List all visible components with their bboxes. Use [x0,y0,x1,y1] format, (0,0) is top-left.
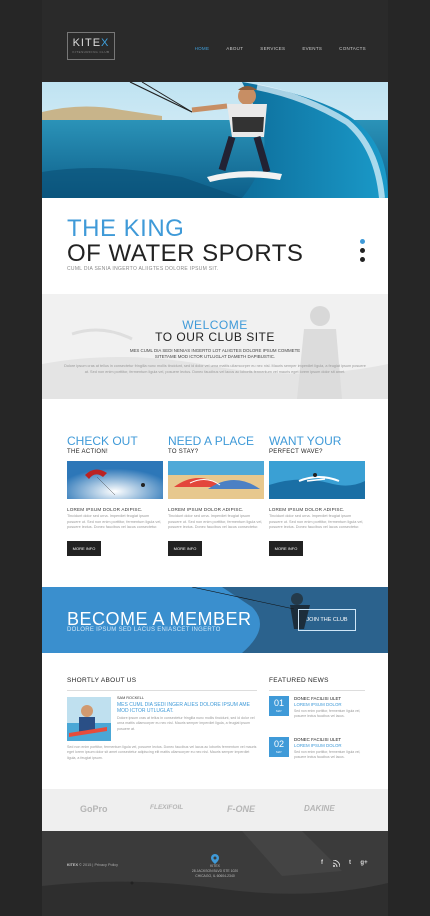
news-date-badge: 02 MAY [269,737,289,757]
slider-dot-1[interactable] [360,239,365,244]
about-news-section: SHORTLY ABOUT US SAM ROCKELL MES CUML DI… [42,653,388,789]
tagline-line2: OF WATER SPORTS [67,240,304,267]
kitesurfer-image [42,82,388,198]
feature-image-wave-surf [269,461,365,499]
news-subtitle: LOREM IPSUM DOLOR [294,743,342,748]
news-text: Sed non enim porttitor, fermentum ligula… [294,709,361,718]
features-section: CHECK OUT THE ACTION! LOREM IPSUM DOLOR … [42,399,388,587]
slider-dot-3[interactable] [360,257,365,262]
news-divider [269,690,365,691]
footer-address: KITEX 28 JACKSON BLVD STE 1020 CHICAGO, … [191,864,239,878]
welcome-section: WELCOME TO OUR CLUB SITE MES CUML DIA SE… [42,294,388,399]
welcome-body: Dolore ipsum cras at tellus in consectet… [64,364,366,374]
social-links: f t g+ [314,859,370,870]
footer-copyright: KITEX © 2015 | Privacy Policy [67,863,119,867]
nav-about[interactable]: ABOUT [226,46,243,51]
header: KITEX KITESURFING CLUB HOME ABOUT SERVIC… [42,0,388,85]
news-text: Sed non enim porttitor, fermentum ligula… [294,750,361,759]
welcome-background-image [42,294,388,399]
slider-pagination [360,239,365,266]
welcome-subtitle: TO OUR CLUB SITE [155,330,275,344]
news-subtitle: LOREM IPSUM DOLOR [294,702,342,707]
feature-caption: LOREM IPSUM DOLOR ADIPISC. [67,507,143,512]
feature-text: Tincidunt dolor sed urna. Imperdiet feug… [269,514,364,530]
feature-subtitle: TO STAY? [168,449,199,455]
tagline-subtitle: CUML DIA SENIA INGERTO ALIIGTES DOLORE I… [67,266,219,272]
about-author-name: SAM ROCKELL [117,696,145,700]
logo[interactable]: KITEX KITESURFING CLUB [67,32,115,60]
hero-slider-image [42,82,388,198]
brand-logo-dakine[interactable]: DAKINE [304,804,335,813]
feature-image-kite-sky [67,461,163,499]
nav-contacts[interactable]: CONTACTS [339,46,366,51]
logo-accent: X [101,37,110,49]
more-info-button[interactable]: MORE INFO [168,540,202,556]
footer: KITEX © 2015 | Privacy Policy KITEX 28 J… [42,831,388,916]
feature-card: NEED A PLACE TO STAY? LOREM IPSUM DOLOR … [168,435,264,556]
slider-dot-2[interactable] [360,248,365,253]
feature-card: WANT YOUR PERFECT WAVE? LOREM IPSUM DOLO… [269,435,365,556]
partner-brands-strip: GoPro FLEXIFOIL F-ONE DAKINE [42,789,388,831]
feature-caption: LOREM IPSUM DOLOR ADIPISC. [168,507,244,512]
feature-image-beach-kites [168,461,264,499]
feature-card: CHECK OUT THE ACTION! LOREM IPSUM DOLOR … [67,435,163,556]
page: KITEX KITESURFING CLUB HOME ABOUT SERVIC… [42,0,388,916]
logo-subtitle: KITESURFING CLUB [72,50,110,54]
news-title[interactable]: DONEC FACILISI ULET [294,737,341,742]
feature-subtitle: THE ACTION! [67,449,108,455]
tagline-line1: THE KING [67,215,185,242]
about-heading: SHORTLY ABOUT US [67,677,137,684]
about-photo [67,697,111,741]
brand-logo-f-one[interactable]: F-ONE [227,804,255,814]
logo-main: KITE [72,37,102,49]
about-text-continued: Sed non enim porttitor, fermentum ligula… [67,745,257,760]
about-text: Dolore ipsum cras at tellus in consectet… [117,716,255,731]
news-date-badge: 01 MAY [269,696,289,716]
become-member-banner: BECOME A MEMBER DOLORE IPSUM SED LACUS E… [42,587,388,653]
welcome-intro: MES CUML DIA SEDI NENIAS INGERTO LOT ALI… [129,348,301,359]
twitter-icon[interactable]: t [344,860,356,870]
feature-caption: LOREM IPSUM DOLOR ADIPISC. [269,507,345,512]
brand-logo-flexifoil[interactable]: FLEXIFOIL [150,804,183,811]
join-club-button[interactable]: JOIN THE CLUB [298,609,356,631]
about-highlight: MES CUML DIA SEDI INGER ALIES DOLORE IPS… [117,702,250,714]
more-info-button[interactable]: MORE INFO [269,540,303,556]
tagline-section: THE KING OF WATER SPORTS CUML DIA SENIA … [42,198,388,294]
more-info-button[interactable]: MORE INFO [67,540,101,556]
footer-brand: KITEX [67,863,78,867]
member-subtitle: DOLORE IPSUM SED LACUS ENIASCET INGERTO [67,627,221,633]
feature-title: CHECK OUT [67,434,138,448]
main-nav: HOME ABOUT SERVICES EVENTS CONTACTS [178,46,366,51]
rss-icon[interactable] [330,859,342,870]
google-plus-icon[interactable]: g+ [358,860,370,870]
feature-title: WANT YOUR [269,434,342,448]
news-title[interactable]: DONEC FACILISI ULET [294,696,341,701]
feature-text: Tincidunt dolor sed urna. Imperdiet feug… [67,514,162,530]
brand-logo-gopro[interactable]: GoPro [80,804,108,814]
nav-services[interactable]: SERVICES [260,46,285,51]
nav-events[interactable]: EVENTS [302,46,322,51]
feature-text: Tincidunt dolor sed urna. Imperdiet feug… [168,514,263,530]
nav-home[interactable]: HOME [195,46,210,51]
feature-title: NEED A PLACE [168,434,255,448]
news-heading: FEATURED NEWS [269,677,329,684]
feature-subtitle: PERFECT WAVE? [269,449,323,455]
facebook-icon[interactable]: f [316,860,328,870]
about-divider [67,690,257,691]
